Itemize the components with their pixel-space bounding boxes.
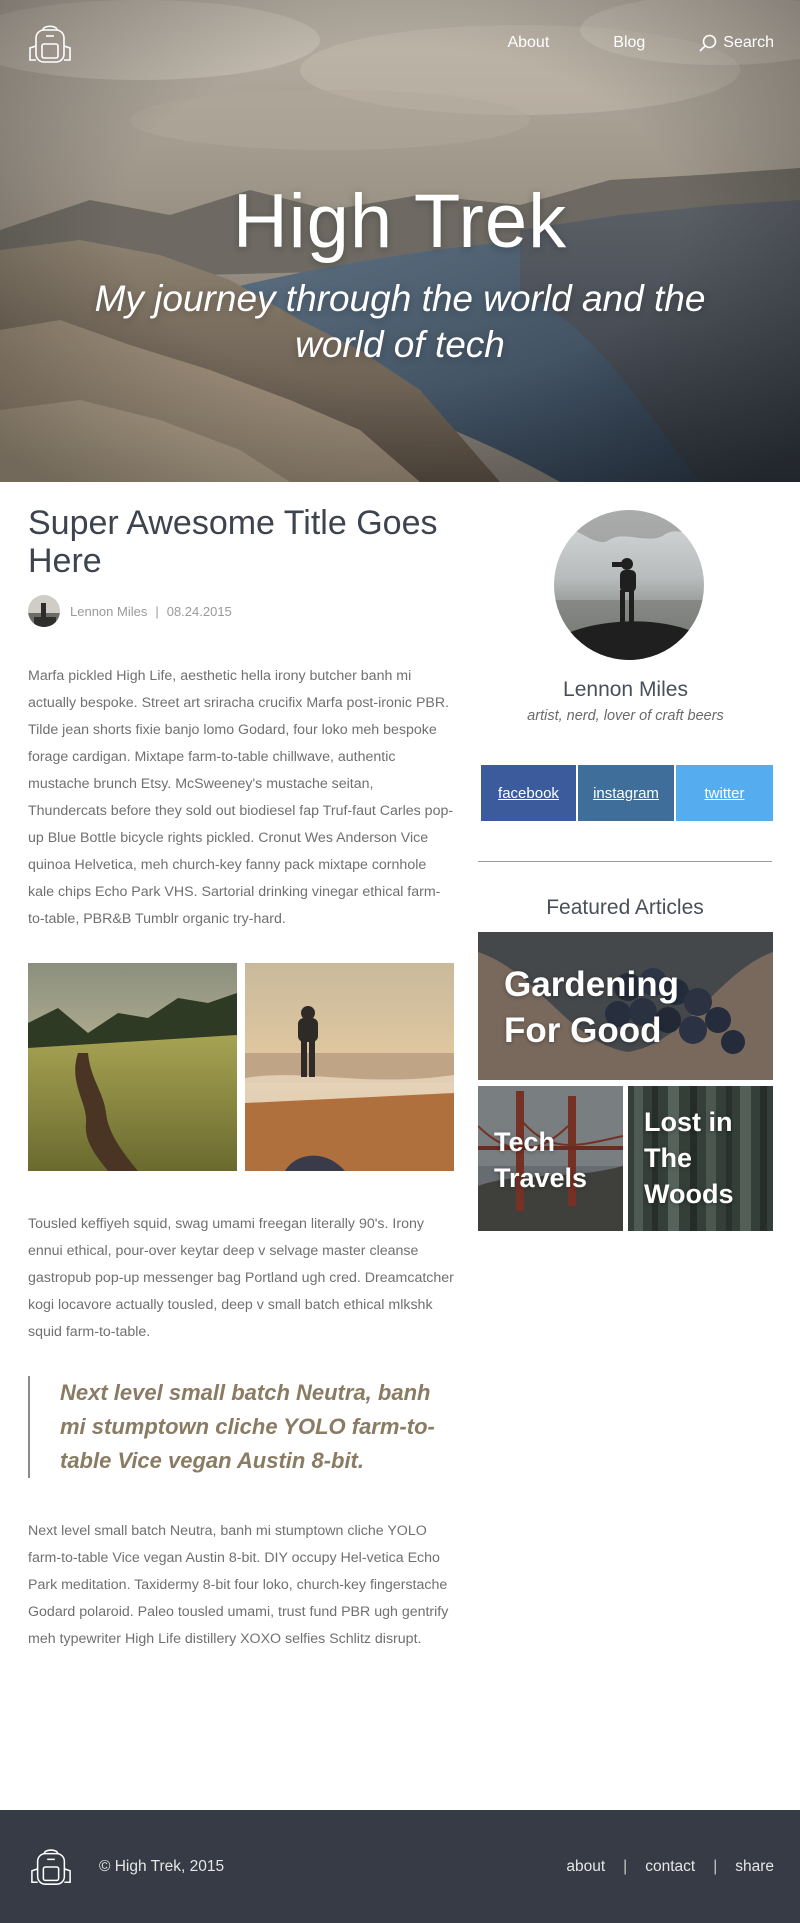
instagram-button[interactable]: instagram: [578, 765, 674, 821]
footer-contact-link[interactable]: contact: [645, 1858, 695, 1876]
article-paragraph-1: Marfa pickled High Life, aesthetic hella…: [28, 668, 454, 927]
post-date: 08.24.2015: [166, 603, 232, 619]
featured-article-tech-travels[interactable]: Tech Travels: [478, 1086, 623, 1231]
beach-man-photo[interactable]: [245, 963, 454, 1171]
footer-links: about | contact | share: [566, 1858, 774, 1876]
nav-about-link[interactable]: About: [507, 34, 549, 52]
backpack-logo-icon[interactable]: [26, 22, 74, 66]
footer: © High Trek, 2015 about | contact | shar…: [0, 1810, 800, 1923]
profile-bio: artist, nerd, lover of craft beers: [527, 708, 724, 724]
featured-title-gardening: Gardening For Good: [504, 965, 680, 1050]
search-icon: [699, 34, 717, 52]
sidebar-divider: [478, 861, 772, 862]
social-buttons: facebook instagram twitter: [481, 765, 773, 821]
footer-copyright: © High Trek, 2015: [99, 1858, 225, 1875]
article-meta: Lennon Miles | 08.24.2015: [28, 595, 454, 627]
author-name[interactable]: Lennon Miles: [70, 604, 147, 619]
photo-grid: [28, 963, 454, 1171]
footer-separator: |: [713, 1858, 718, 1875]
footer-about-link[interactable]: about: [566, 1858, 605, 1876]
featured-article-lost-in-woods[interactable]: Lost in The Woods: [628, 1086, 773, 1231]
profile-name: Lennon Miles: [563, 678, 688, 701]
hero-title: High Trek: [232, 179, 568, 264]
article-paragraph-2: Tousled keffiyeh squid, swag umami freeg…: [28, 1216, 454, 1340]
profile-photo[interactable]: [554, 510, 704, 660]
hero-subtitle: My journey through the world and the wor…: [94, 278, 706, 365]
hero-banner: About Blog Search High Trek My journey t…: [0, 0, 800, 482]
pull-quote: Next level small batch Neutra, banh mi s…: [28, 1376, 454, 1478]
article-title[interactable]: Super Awesome Title Goes Here: [28, 504, 454, 580]
featured-title-lost-in-woods: Lost in The Woods: [644, 1107, 734, 1209]
article: Super Awesome Title Goes Here Lennon Mil…: [28, 482, 454, 1653]
article-paragraph-3: Next level small batch Neutra, banh mi s…: [28, 1523, 449, 1647]
backpack-logo-icon[interactable]: [28, 1846, 74, 1888]
meta-separator: |: [155, 603, 159, 619]
meadow-trail-photo[interactable]: [28, 963, 237, 1171]
footer-separator: |: [623, 1858, 628, 1875]
nav-blog-link[interactable]: Blog: [613, 34, 645, 52]
footer-share-link[interactable]: share: [735, 1858, 774, 1876]
featured-article-gardening[interactable]: Gardening For Good: [478, 932, 773, 1080]
facebook-button[interactable]: facebook: [481, 765, 576, 821]
twitter-button[interactable]: twitter: [676, 765, 773, 821]
featured-title-tech-travels: Tech Travels: [494, 1127, 588, 1193]
search-label: Search: [723, 34, 774, 51]
nav-search-link[interactable]: Search: [699, 34, 774, 52]
featured-articles-heading: Featured Articles: [546, 896, 704, 919]
main-nav: About Blog Search: [443, 34, 774, 52]
author-avatar[interactable]: [28, 595, 60, 627]
